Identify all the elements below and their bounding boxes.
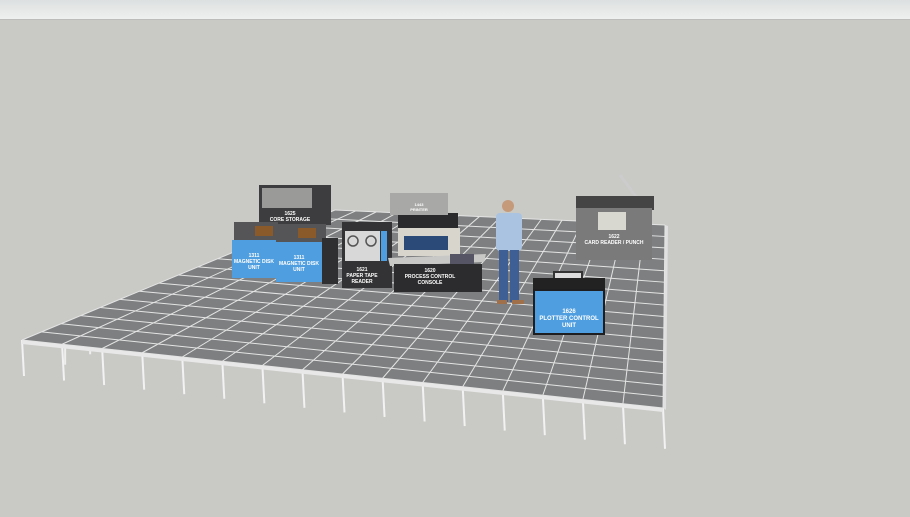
label-text2: CONSOLE xyxy=(418,280,443,286)
3d-viewport[interactable]: 1625 CORE STORAGE 1443 PRINTER 1311 MAGN… xyxy=(0,20,910,512)
grid-line xyxy=(541,395,546,436)
grid-line xyxy=(461,386,466,427)
grid-line xyxy=(101,348,106,386)
grid-line xyxy=(261,365,266,404)
label-text2: READER xyxy=(351,279,373,285)
disk-unit-1[interactable]: 1311 MAGNETIC DISK UNIT xyxy=(232,222,278,278)
paper-tape-reader[interactable]: 1621 PAPER TAPE READER xyxy=(342,222,392,288)
label-text: CARD READER / PUNCH xyxy=(585,240,644,246)
label-text2: UNIT xyxy=(562,323,576,329)
model-scene[interactable]: 1625 CORE STORAGE 1443 PRINTER 1311 MAGN… xyxy=(0,20,910,512)
viewer-toolbar xyxy=(0,0,910,20)
label-text2: UNIT xyxy=(293,267,305,273)
grid-line xyxy=(341,373,346,413)
grid-line xyxy=(381,378,386,418)
grid-line xyxy=(301,369,306,408)
printer-unit[interactable]: 1443 PRINTER xyxy=(390,193,458,228)
label-text: PRINTER xyxy=(410,207,428,212)
grid-line xyxy=(61,344,66,381)
grid-line xyxy=(21,339,25,377)
core-storage-unit[interactable]: 1625 CORE STORAGE xyxy=(259,185,331,225)
card-reader-punch[interactable]: 1622 CARD READER / PUNCH xyxy=(576,174,654,260)
grid-line xyxy=(662,407,666,449)
label-text2: UNIT xyxy=(248,265,260,271)
label-num: 1626 xyxy=(562,309,576,315)
plotter-control-unit[interactable]: 1626 PLOTTER CONTROL UNIT xyxy=(533,271,605,335)
grid-line xyxy=(221,361,226,399)
grid-line xyxy=(181,356,186,395)
grid-line xyxy=(421,382,426,422)
grid-line xyxy=(501,390,506,431)
grid-line xyxy=(141,352,146,390)
grid-line xyxy=(621,403,626,445)
grid-line xyxy=(581,399,586,440)
label-text: PLOTTER CONTROL xyxy=(539,316,599,322)
